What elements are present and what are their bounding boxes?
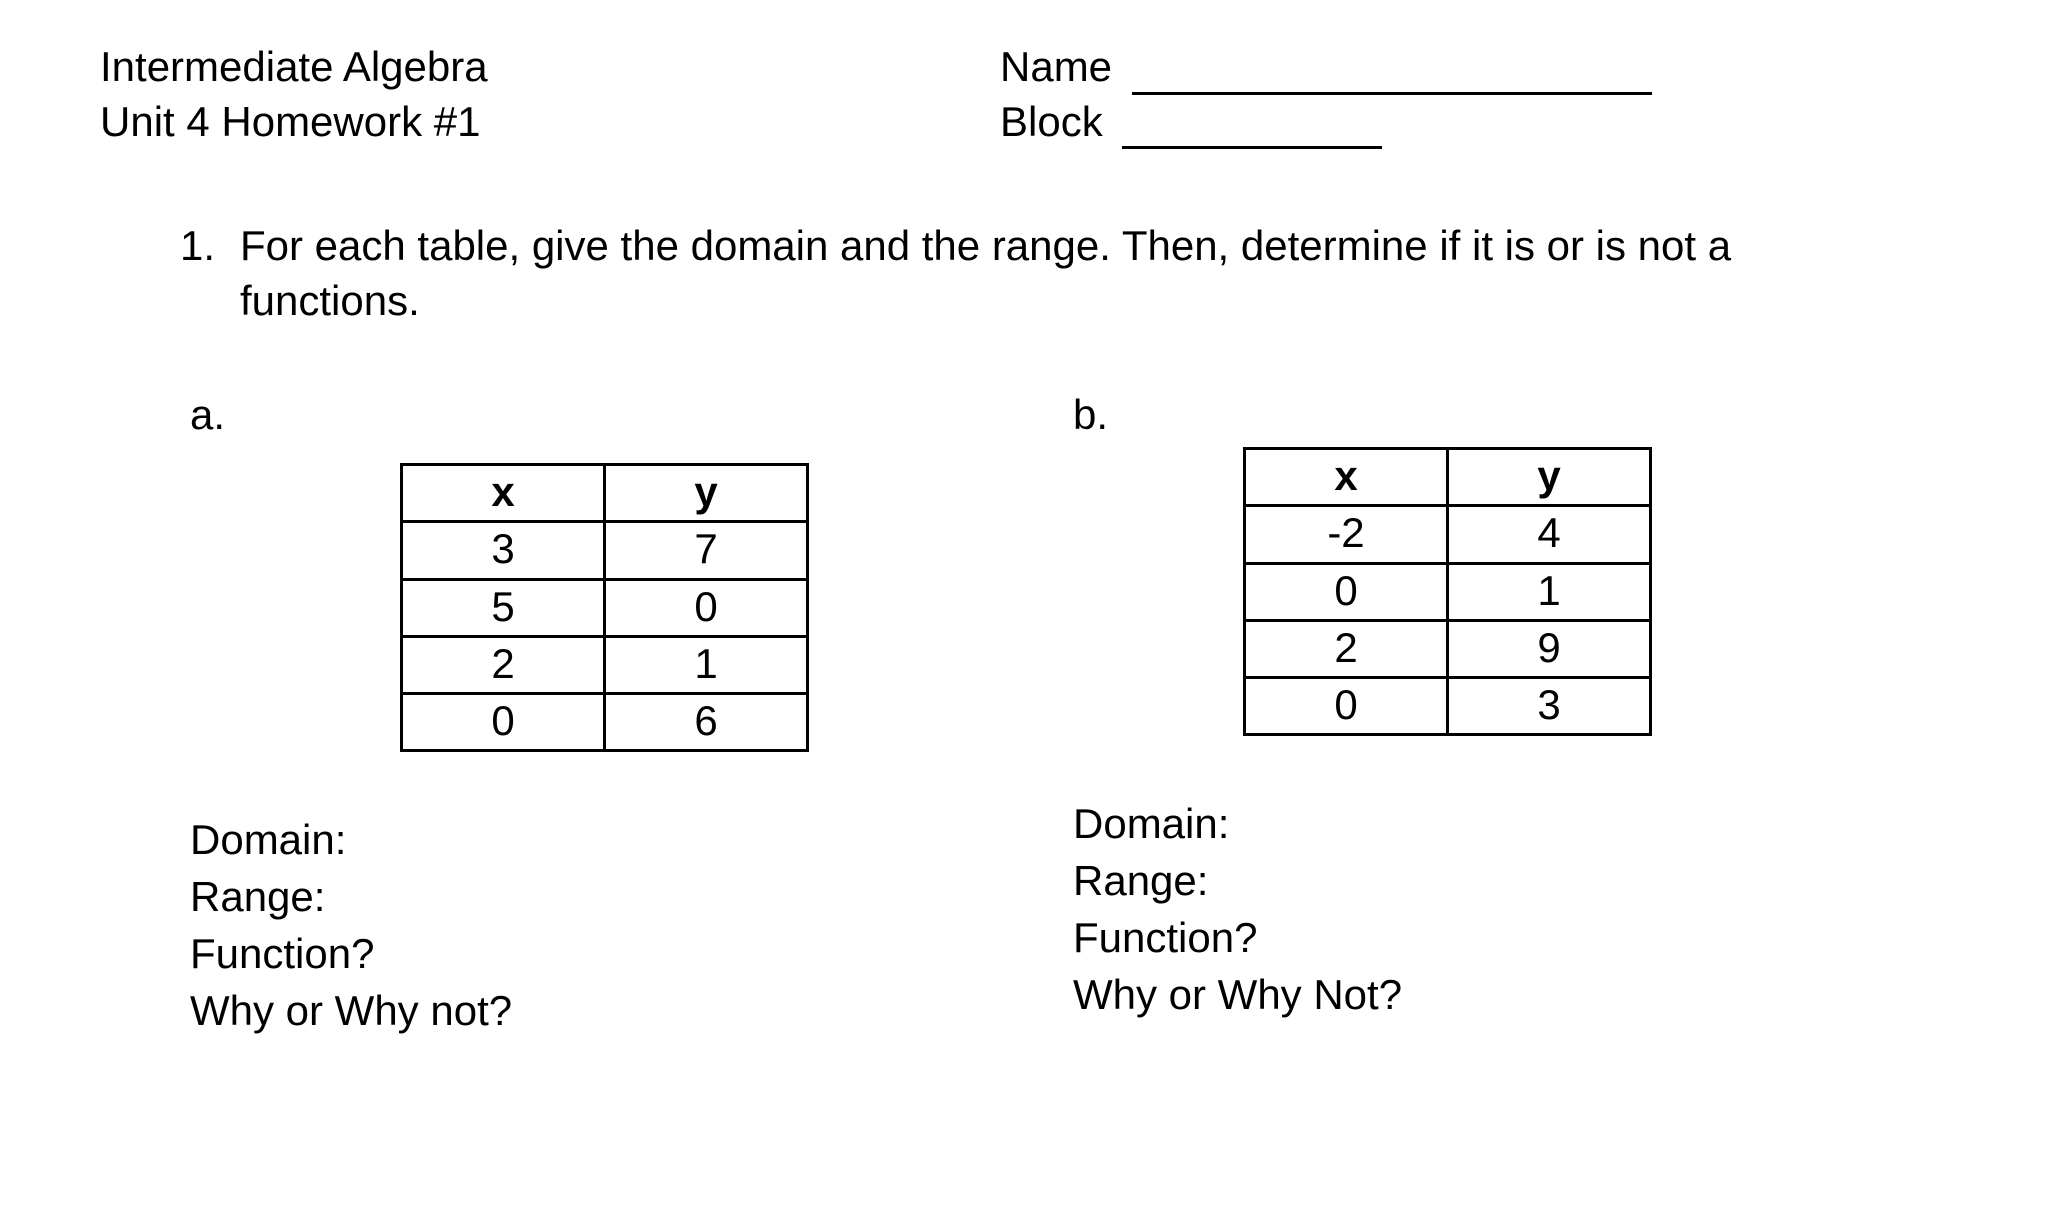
col-header-y: y [1448, 448, 1651, 505]
block-field-row: Block [1000, 95, 1946, 150]
cell-y: 9 [1448, 620, 1651, 677]
part-b-table-wrap: x y -2 4 0 1 2 9 [1243, 447, 1906, 736]
question-prompt: For each table, give the domain and the … [240, 219, 1946, 328]
cell-y: 7 [605, 522, 808, 579]
cell-y: 0 [605, 579, 808, 636]
block-blank-line[interactable] [1122, 104, 1382, 149]
cell-x: -2 [1245, 506, 1448, 563]
cell-x: 3 [402, 522, 605, 579]
cell-y: 3 [1448, 678, 1651, 735]
col-header-x: x [402, 464, 605, 521]
table-header-row: x y [402, 464, 808, 521]
header-left: Intermediate Algebra Unit 4 Homework #1 [100, 40, 1000, 149]
name-field-row: Name [1000, 40, 1946, 95]
cell-y: 1 [605, 636, 808, 693]
name-blank-line[interactable] [1132, 50, 1652, 95]
cell-y: 6 [605, 694, 808, 751]
cell-x: 0 [402, 694, 605, 751]
cell-x: 5 [402, 579, 605, 636]
col-header-y: y [605, 464, 808, 521]
header-row: Intermediate Algebra Unit 4 Homework #1 … [100, 40, 1946, 149]
cell-x: 0 [1245, 678, 1448, 735]
header-right: Name Block [1000, 40, 1946, 149]
part-b-answers: Domain: Range: Function? Why or Why Not? [1063, 796, 1906, 1023]
question-number: 1. [180, 219, 240, 328]
part-a-label: a. [180, 388, 1023, 443]
cell-x: 0 [1245, 563, 1448, 620]
table-row: 0 1 [1245, 563, 1651, 620]
table-row: 5 0 [402, 579, 808, 636]
function-label: Function? [190, 926, 1023, 983]
table-row: 0 6 [402, 694, 808, 751]
range-label: Range: [1073, 853, 1906, 910]
cell-y: 1 [1448, 563, 1651, 620]
domain-label: Domain: [190, 812, 1023, 869]
col-header-x: x [1245, 448, 1448, 505]
cell-y: 4 [1448, 506, 1651, 563]
name-label: Name [1000, 43, 1112, 90]
worksheet-page: Intermediate Algebra Unit 4 Homework #1 … [0, 0, 2046, 1218]
block-label: Block [1000, 98, 1103, 145]
part-b: b. x y -2 4 0 1 [1063, 388, 1946, 1039]
table-row: -2 4 [1245, 506, 1651, 563]
part-a-table: x y 3 7 5 0 2 1 [400, 463, 809, 752]
table-row: 2 1 [402, 636, 808, 693]
function-label: Function? [1073, 910, 1906, 967]
table-row: 0 3 [1245, 678, 1651, 735]
question-row: 1. For each table, give the domain and t… [180, 219, 1946, 328]
table-row: 3 7 [402, 522, 808, 579]
cell-x: 2 [1245, 620, 1448, 677]
part-b-label: b. [1063, 388, 1906, 443]
why-label: Why or Why not? [190, 983, 1023, 1040]
course-title: Intermediate Algebra [100, 40, 1000, 95]
assignment-title: Unit 4 Homework #1 [100, 95, 1000, 150]
part-a-table-wrap: x y 3 7 5 0 2 1 [400, 463, 1023, 752]
table-row: 2 9 [1245, 620, 1651, 677]
domain-label: Domain: [1073, 796, 1906, 853]
part-b-table: x y -2 4 0 1 2 9 [1243, 447, 1652, 736]
parts-row: a. x y 3 7 5 0 [180, 388, 1946, 1039]
cell-x: 2 [402, 636, 605, 693]
part-a: a. x y 3 7 5 0 [180, 388, 1063, 1039]
question-1: 1. For each table, give the domain and t… [180, 219, 1946, 1039]
range-label: Range: [190, 869, 1023, 926]
why-label: Why or Why Not? [1073, 967, 1906, 1024]
table-header-row: x y [1245, 448, 1651, 505]
part-a-answers: Domain: Range: Function? Why or Why not? [180, 812, 1023, 1039]
